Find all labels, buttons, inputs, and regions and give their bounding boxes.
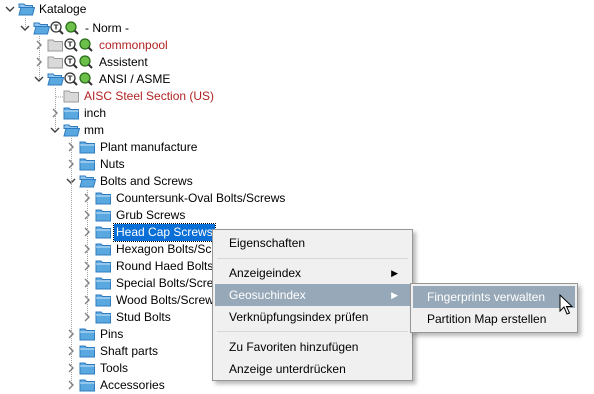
- context-menu: Eigenschaften Anzeigeindex ▶ Geosuchinde…: [212, 229, 413, 381]
- menu-item-label: Anzeigeindex: [229, 266, 302, 280]
- menu-item-label: Zu Favoriten hinzufügen: [229, 340, 359, 354]
- menu-item-label: Geosuchindex: [229, 288, 306, 302]
- menu-item-label: Verknüpfungsindex prüfen: [229, 310, 369, 324]
- menu-item-partition-map[interactable]: Partition Map erstellen: [413, 308, 575, 330]
- menu-item-label: Fingerprints verwalten: [427, 290, 546, 304]
- menu-item-fingerprints[interactable]: Fingerprints verwalten: [413, 286, 575, 308]
- mouse-cursor-icon: [559, 294, 574, 315]
- menu-item-label: Anzeige unterdrücken: [229, 362, 346, 376]
- submenu-arrow-icon: ▶: [391, 290, 398, 300]
- menu-item-label: Eigenschaften: [229, 236, 306, 250]
- menu-item-geo-index[interactable]: Geosuchindex ▶: [215, 284, 410, 306]
- menu-item-link-index[interactable]: Verknüpfungsindex prüfen: [215, 306, 410, 328]
- menu-item-properties[interactable]: Eigenschaften: [215, 232, 410, 254]
- menu-separator: [217, 331, 408, 332]
- menu-item-suppress[interactable]: Anzeige unterdrücken: [215, 358, 410, 380]
- submenu-arrow-icon: ▶: [391, 268, 398, 278]
- menu-item-label: Partition Map erstellen: [427, 312, 547, 326]
- menu-item-add-favorites[interactable]: Zu Favoriten hinzufügen: [215, 336, 410, 358]
- menu-separator: [217, 258, 408, 259]
- geo-index-submenu: Fingerprints verwalten Partition Map ers…: [410, 283, 578, 333]
- menu-item-display-index[interactable]: Anzeigeindex ▶: [215, 262, 410, 284]
